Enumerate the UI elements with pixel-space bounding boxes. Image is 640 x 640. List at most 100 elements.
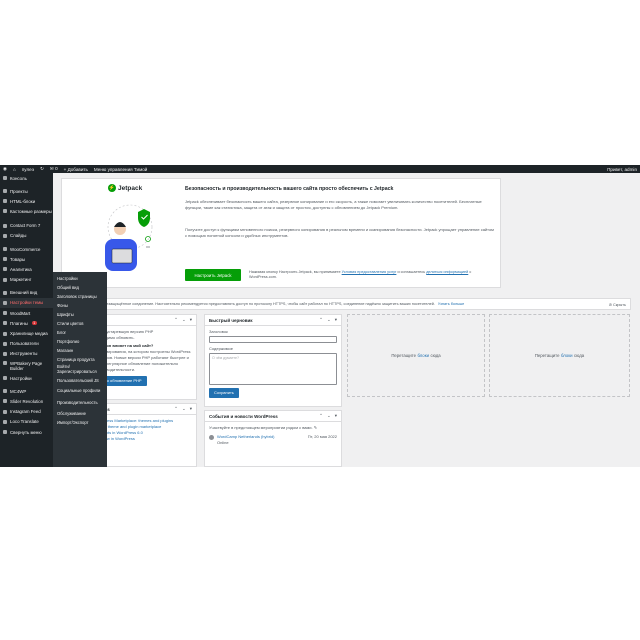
terms-of-service-link[interactable]: Условия предоставления услуг (342, 270, 397, 274)
mail-icon (3, 223, 7, 228)
sidebar-item-instagram-feed[interactable]: Instagram Feed (0, 407, 53, 417)
theme-settings-submenu: Настройки Общий вид Заголовок страницы Ф… (53, 272, 107, 467)
sidebar-item-analytics[interactable]: Аналитика (0, 264, 53, 274)
event-row: WordCamp Netherlands (hybrid) Online Пт, … (209, 434, 337, 446)
sidebar-item-settings[interactable]: Настройки (0, 373, 53, 383)
sidebar-item-custom-sizes[interactable]: Кастомные размеры (0, 207, 53, 221)
sidebar-item-slider-revolution[interactable]: Slider Revolution (0, 396, 53, 406)
submenu-item-backgrounds[interactable]: Фоны (53, 301, 107, 310)
sidebar-item-marketing[interactable]: Маркетинг (0, 275, 53, 285)
new-content-link[interactable]: + Добавить (64, 167, 88, 172)
submenu-item-fonts[interactable]: Шрифты (53, 310, 107, 319)
products-icon (3, 257, 7, 262)
jetpack-banner: ⚡ Jetpack Безопасность и производительнос… (61, 178, 501, 288)
tools-icon (3, 351, 7, 356)
refresh-icon[interactable]: ↻ (40, 166, 44, 172)
settings-icon (3, 376, 7, 381)
sidebar-item-woodmart[interactable]: WoodMart (0, 308, 53, 318)
dismiss-notice-button[interactable]: ⊘ Скрыть (603, 302, 626, 307)
sidebar-item-mc4wp[interactable]: MC4WP (0, 386, 53, 396)
quick-draft-widget: Быстрый черновик ⌃ ⌄ ▾ Заголовок Содержимое… (204, 314, 342, 407)
appearance-icon (3, 290, 7, 295)
sidebar-item-slides[interactable]: Слайды (0, 231, 53, 241)
chevron-up-icon[interactable]: ⌃ (319, 317, 323, 323)
sidebar-item-plugins[interactable]: Плагины 1 (0, 318, 53, 328)
jetpack-logo: ⚡ Jetpack (108, 184, 143, 192)
submenu-item-page-title[interactable]: Заголовок страницы (53, 292, 107, 301)
megaphone-icon (3, 277, 7, 282)
submenu-item-product-page[interactable]: Страница продукта (53, 355, 107, 364)
chevron-up-icon[interactable]: ⌃ (319, 413, 323, 419)
setup-jetpack-button[interactable]: Настроить Jetpack (185, 269, 241, 281)
sidebar-item-products[interactable]: Товары (0, 254, 53, 264)
site-name-link[interactable]: пулеэ (22, 167, 34, 172)
sidebar-item-theme-settings[interactable]: Настройки темы (0, 297, 53, 309)
user-greeting[interactable]: Привет, admin (607, 167, 637, 172)
submenu-item-color-styles[interactable]: Стили цветов (53, 319, 107, 328)
sidebar-item-woocommerce[interactable]: WooCommerce (0, 244, 53, 254)
chevron-up-icon[interactable]: ⌃ (174, 317, 178, 323)
theme-menu-link[interactable]: Меню управления Тимой (94, 167, 147, 172)
submenu-item-maintenance[interactable]: Обслуживание (53, 409, 107, 418)
drop-zone-blocks-link[interactable]: блоки (417, 353, 429, 358)
events-widget-header: События и новости WordPress ⌃ ⌄ ▾ (205, 411, 341, 422)
sidebar-item-loco-translate[interactable]: Loco Translate (0, 417, 53, 427)
drop-zone-blocks-link[interactable]: блоки (561, 353, 573, 358)
chevron-down-icon[interactable]: ⌄ (327, 317, 331, 323)
learn-more-link[interactable]: Узнать больше (438, 302, 464, 306)
sidebar-item-tools[interactable]: Инструменты (0, 349, 53, 359)
triangle-icon[interactable]: ▾ (190, 406, 192, 412)
collapse-icon (3, 430, 7, 435)
jetpack-description-2: Получите доступ к функциям мгновенного п… (185, 227, 494, 238)
submenu-item-social-profiles[interactable]: Социальные профили (53, 385, 107, 397)
submenu-item-blog[interactable]: Блог (53, 328, 107, 337)
portfolio-icon (3, 189, 7, 194)
chevron-down-icon[interactable]: ⌄ (182, 406, 186, 412)
sidebar-item-contact-form[interactable]: Contact Form 7 (0, 221, 53, 231)
sidebar-item-projects[interactable]: Проекты (0, 186, 53, 196)
chevron-up-icon[interactable]: ⌃ (174, 406, 178, 412)
admin-sidebar: Консоль Проекты HTML-блоки Кастомные раз… (0, 173, 53, 467)
draft-title-input[interactable] (209, 336, 337, 343)
triangle-icon[interactable]: ▾ (335, 413, 337, 419)
users-icon (3, 341, 7, 346)
events-news-widget: События и новости WordPress ⌃ ⌄ ▾ Участвуйт… (204, 410, 342, 467)
sidebar-item-collapse[interactable]: Свернуть меню (0, 427, 53, 437)
chevron-down-icon[interactable]: ⌄ (327, 413, 331, 419)
event-place: Online (217, 440, 229, 445)
sidebar-item-wpbakery[interactable]: WPBakery Page Builder (0, 359, 53, 373)
draft-content-textarea[interactable]: О чём думаете? (209, 353, 337, 385)
submenu-item-general[interactable]: Общий вид (53, 283, 107, 292)
empty-drop-zone-1: Перетащите блоки сюда (347, 314, 485, 397)
sidebar-item-appearance[interactable]: Внешний вид (0, 288, 53, 298)
save-draft-button[interactable]: Сохранить (209, 388, 239, 398)
quick-draft-header: Быстрый черновик ⌃ ⌄ ▾ (205, 315, 341, 326)
sidebar-item-media[interactable]: Хранилище медиа (0, 328, 53, 338)
woodmart-icon (3, 311, 7, 316)
submenu-item-settings[interactable]: Настройки (53, 274, 107, 283)
https-notice-text: Ваш сайт использует незащищённое соедине… (66, 302, 435, 306)
triangle-icon[interactable]: ▾ (335, 317, 337, 323)
submenu-item-login-register[interactable]: Войти/ Зарегистрироваться (53, 364, 107, 376)
comments-link[interactable]: ✉ 0 (50, 166, 58, 172)
edit-location-icon[interactable]: ✎ (314, 425, 317, 430)
submenu-item-shop[interactable]: Магазин (53, 346, 107, 355)
layout-icon (3, 208, 7, 213)
plugins-update-badge: 1 (31, 321, 37, 326)
submenu-item-import-export[interactable]: Импорт/Экспорт (53, 418, 107, 427)
sidebar-item-html-blocks[interactable]: HTML-блоки (0, 196, 53, 206)
sidebar-item-users[interactable]: Пользователи (0, 339, 53, 349)
chevron-down-icon[interactable]: ⌄ (182, 317, 186, 323)
wordpress-icon[interactable]: ◉ (3, 166, 7, 172)
submenu-item-performance[interactable]: Производительность (53, 397, 107, 409)
event-date: Пт, 20 мая 2022 (307, 434, 337, 439)
submenu-item-custom-js[interactable]: Пользовательский JS (53, 376, 107, 385)
plugins-icon (3, 321, 7, 326)
home-icon: ⌂ (13, 166, 16, 172)
share-details-link[interactable]: делиться информацией (426, 270, 468, 274)
empty-drop-zone-2: Перетащите блоки сюда (489, 314, 630, 397)
wpbakery-icon (3, 361, 7, 365)
sidebar-item-dashboard[interactable]: Консоль (0, 173, 53, 183)
triangle-icon[interactable]: ▾ (190, 317, 192, 323)
submenu-item-portfolio[interactable]: Портфолио (53, 337, 107, 346)
